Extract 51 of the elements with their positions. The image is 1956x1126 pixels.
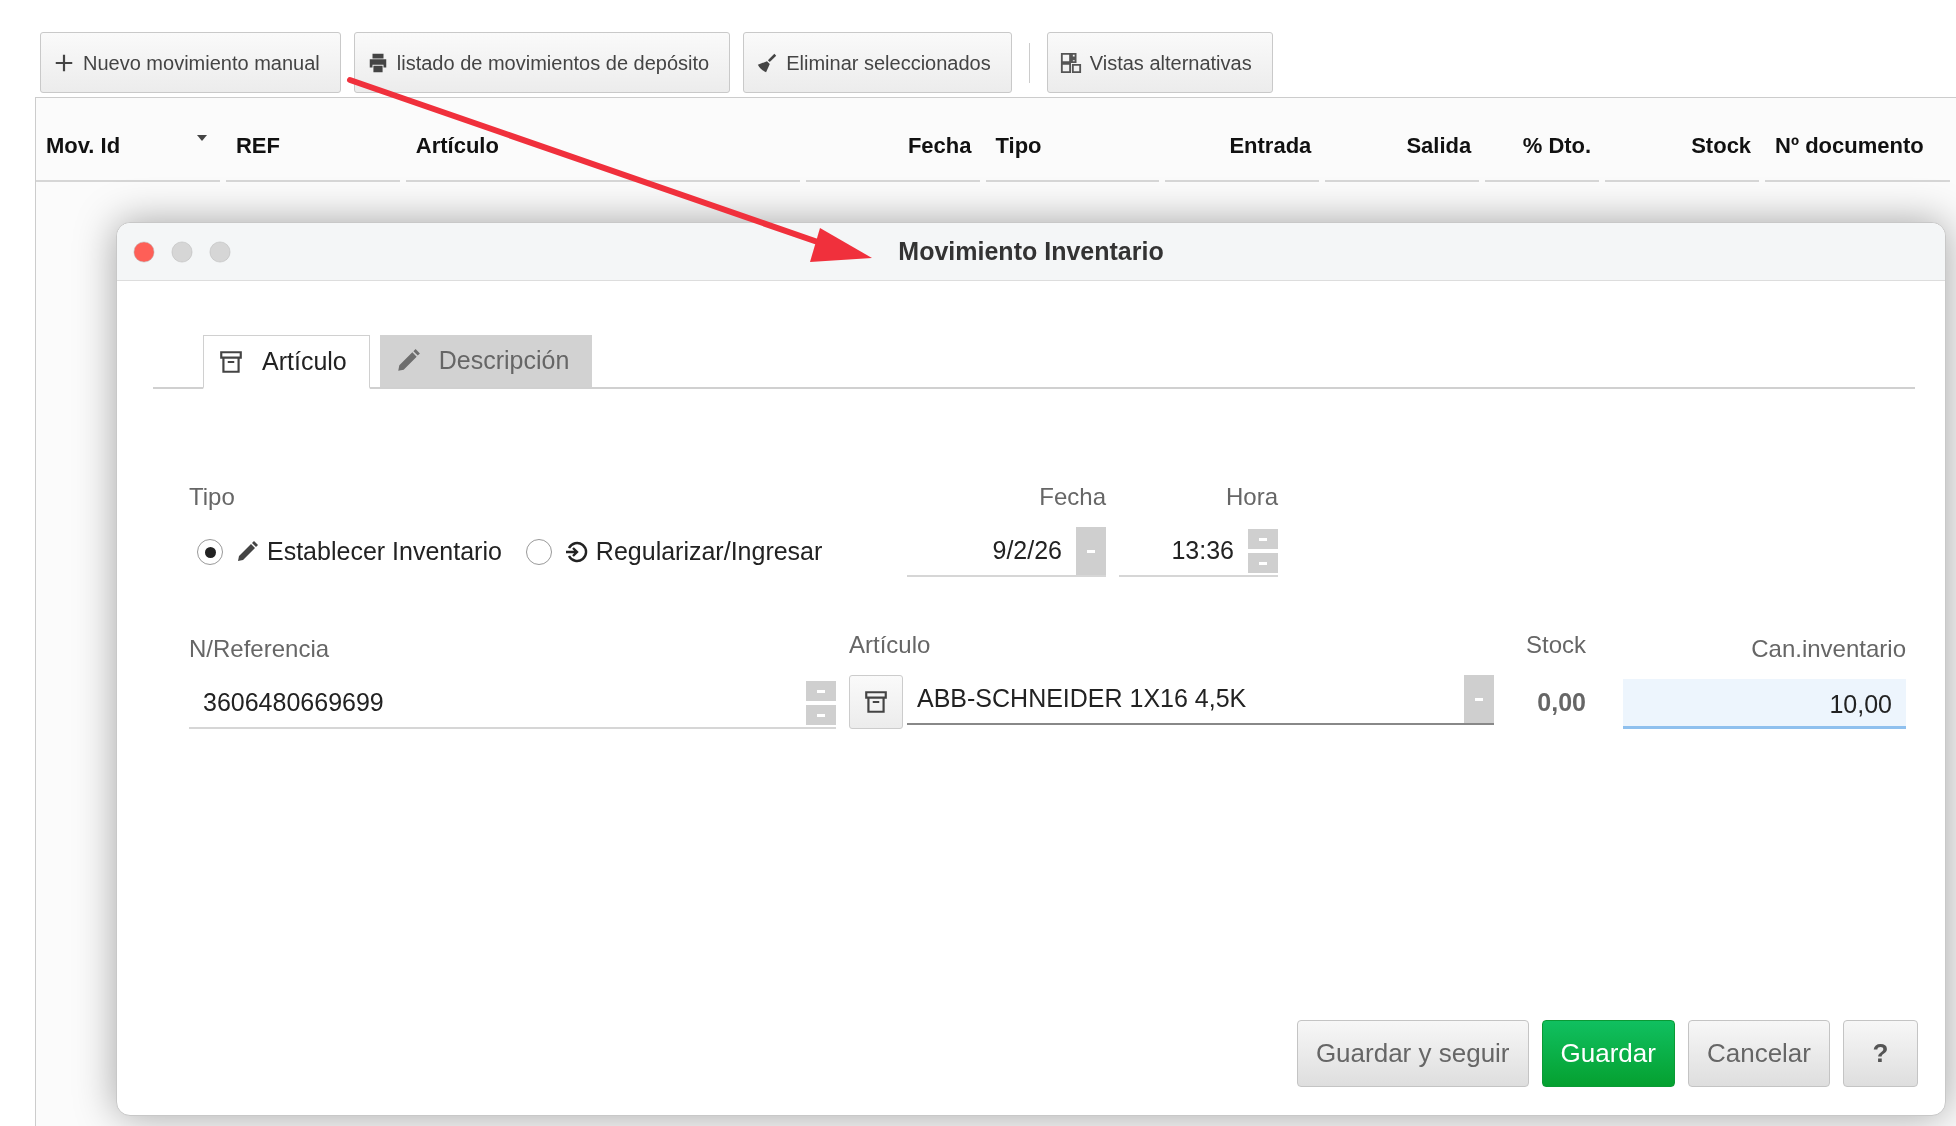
dropdown-button[interactable] [1076, 527, 1106, 575]
field-label: Can.inventario [1750, 634, 1906, 664]
column-header[interactable]: % Dto. [1485, 110, 1600, 182]
field-label: Artículo [849, 630, 932, 660]
enter-circle-icon [563, 540, 588, 564]
tab[interactable]: Descripción [379, 335, 593, 387]
column-header[interactable]: Nº documento [1765, 110, 1950, 182]
field-label: Stock [1524, 630, 1586, 660]
help-button[interactable]: ? [1843, 1020, 1918, 1087]
date-field[interactable]: 9/2/26 [907, 527, 1106, 577]
article-field[interactable]: ABB-SCHNEIDER 1X16 4,5K [907, 675, 1494, 725]
option-label[interactable]: Establecer Inventario [267, 533, 502, 571]
time-field[interactable]: 13:36 [1119, 527, 1278, 577]
option-label[interactable]: Regularizar/Ingresar [595, 533, 823, 571]
toolbar-button[interactable]: Vistas alternativas [1046, 32, 1273, 93]
toolbar-button[interactable]: Nuevo movimiento manual [40, 32, 341, 93]
window-title: Movimiento Inventario [898, 235, 1164, 267]
spinner-buttons[interactable] [1248, 527, 1278, 575]
pencil-icon [235, 540, 259, 564]
column-header[interactable]: Artículo [405, 110, 800, 182]
spinner-buttons[interactable] [806, 679, 836, 727]
dropdown-button[interactable] [1464, 675, 1494, 723]
grid-icon [1059, 51, 1082, 74]
reference-field[interactable]: 3606480669699 [189, 679, 836, 729]
archive-box-icon [218, 348, 244, 375]
column-header[interactable]: REF [225, 110, 400, 182]
broom-icon [756, 51, 779, 74]
radio-button[interactable] [197, 539, 223, 565]
close-button[interactable] [133, 240, 155, 263]
radio-button[interactable] [525, 539, 552, 565]
dialog-button[interactable]: Cancelar [1687, 1020, 1830, 1087]
column-header[interactable]: Mov. Id [36, 110, 220, 182]
column-header[interactable]: Salida [1325, 110, 1480, 182]
stock-value: 0,00 [1536, 687, 1586, 718]
quantity-field[interactable]: 10,00 [1623, 679, 1906, 729]
dialog-button[interactable]: Guardar y seguir [1296, 1020, 1529, 1087]
toolbar-button[interactable]: listado de movimientos de depósito [353, 32, 731, 93]
field-label: Tipo [189, 482, 236, 512]
toolbar-button[interactable]: Eliminar seleccionados [743, 32, 1012, 93]
column-header[interactable]: Stock [1605, 110, 1760, 182]
field-label: N/Referencia [189, 634, 331, 664]
minimize-button[interactable] [171, 240, 193, 263]
column-header[interactable]: Tipo [985, 110, 1160, 182]
field-label: Fecha [1038, 482, 1106, 512]
archive-box-icon [863, 689, 889, 715]
archive-button[interactable] [849, 675, 903, 729]
zoom-button[interactable] [209, 240, 231, 263]
column-header[interactable]: Fecha [805, 110, 980, 182]
tab[interactable]: Artículo [203, 335, 370, 389]
field-label: Hora [1224, 482, 1278, 512]
column-header[interactable]: Entrada [1165, 110, 1320, 182]
